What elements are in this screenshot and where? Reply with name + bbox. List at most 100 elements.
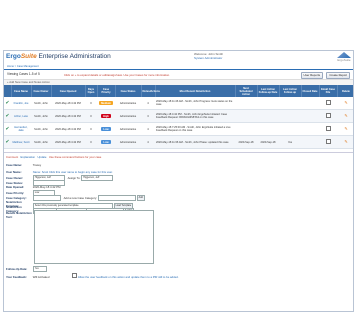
toolbar-note: Click on + to expand details or edit/ass… [64, 72, 170, 77]
tab-explanation[interactable]: Explanation [20, 155, 35, 159]
create-report-button[interactable]: Create Report [326, 71, 350, 79]
last-date-cell: 2020-Sep-18 [257, 135, 279, 149]
col-header[interactable]: Case Owner [31, 85, 52, 97]
user-name-row: User Name: Name: Scott Click this user n… [6, 170, 113, 174]
col-header[interactable]: Last Action Follow-up [279, 85, 302, 97]
table-row[interactable]: ✔ Matthew, Scott Smith, John 2020-May-18… [4, 135, 353, 149]
edit-icon[interactable]: ✎ [337, 109, 353, 123]
logo-main: Ergo [6, 53, 21, 60]
table-header-row: Case Name Case Owner Case Opened Days Op… [4, 85, 353, 97]
closed-date-cell [301, 109, 319, 123]
feedback-value: Will Activated [32, 275, 50, 279]
case-name-value: Tracey [32, 163, 42, 167]
email-case-checkbox[interactable] [319, 122, 337, 136]
app-window: ErgoSuite Enterprise Administration Welc… [3, 50, 354, 312]
col-header[interactable]: Next Scheduled Action [235, 85, 258, 97]
priority-cell: Low [97, 122, 115, 136]
next-action-cell [235, 97, 257, 110]
notes-count-cell: 4 [141, 122, 155, 136]
next-action-cell [235, 122, 257, 136]
tab-comment[interactable]: Comment [6, 155, 18, 159]
follow-up-row: Follow-Up Date: Yes [6, 266, 47, 272]
last-followup-cell [279, 122, 301, 136]
form-hint: Use these command buttons for your case [48, 155, 102, 159]
case-name-label: Case Name: [6, 163, 23, 167]
case-name-link[interactable]: Franklin, Joe [11, 97, 31, 110]
note-text-area[interactable] [34, 210, 154, 264]
status-cell: Administrative [115, 97, 141, 110]
edit-icon[interactable]: ✎ [337, 122, 353, 136]
case-edit-form: Comment Explanation Update Use these com… [4, 152, 353, 311]
case-owner-cell: Smith, John [31, 97, 51, 110]
assign-to-label: Assign To: [67, 175, 81, 180]
tab-update[interactable]: Update [37, 155, 46, 159]
col-header[interactable]: Days Open [85, 85, 98, 97]
col-header[interactable]: Case Name [11, 85, 32, 97]
status-cell: Administrative [115, 109, 141, 123]
email-case-checkbox[interactable] [319, 97, 337, 110]
col-header[interactable]: Email Case File [319, 85, 338, 97]
notes-count-cell: 4 [141, 97, 155, 110]
edit-icon[interactable]: ✎ [337, 135, 353, 149]
status-cell: Administrative [115, 122, 141, 136]
last-followup-cell: Yes [279, 135, 301, 149]
priority-cell: Medium [97, 97, 115, 110]
email-case-checkbox[interactable] [319, 135, 337, 149]
col-header[interactable]: Last Action Follow-up Date [257, 85, 280, 97]
date-opened-value: 2020-May-18 4:42 PM [32, 185, 61, 189]
recent-note-cell: 2020-May-18 4:42 PM - Smith, John ErgoSu… [155, 109, 235, 123]
brand-label: ErgoSuite [337, 58, 351, 62]
col-header[interactable]: Closed Date [301, 85, 320, 97]
feedback-note: Allow the user feedback on this action a… [77, 275, 179, 279]
row-status-icon: ✔ [4, 122, 11, 136]
table-row[interactable]: ✔ Hernandez, Jake Smith, John 2020-May-1… [4, 122, 353, 136]
closed-date-cell [301, 97, 319, 110]
feedback-label: Your Feedback: [6, 275, 27, 279]
case-name-link[interactable]: Arthur, Luke [11, 109, 31, 123]
email-case-checkbox[interactable] [319, 109, 337, 123]
viewing-count: Viewing Cases 1-5 of 5 [7, 72, 40, 76]
user-reports-button[interactable]: User Reports [300, 71, 323, 79]
last-followup-cell [279, 109, 301, 123]
table-row[interactable]: ✔ Arthur, Luke Smith, John 2020-May-18 4… [4, 109, 353, 123]
add-category-button[interactable]: Add [136, 195, 145, 201]
case-opened-cell: 2020-May-18 4:42 PM [51, 97, 85, 110]
priority-badge: Medium [99, 101, 113, 105]
col-header[interactable]: Delete [337, 85, 353, 97]
case-name-link[interactable]: Hernandez, Jake [11, 122, 31, 136]
brand-mark: ErgoSuite [337, 52, 351, 62]
form-tabs: Comment Explanation Update Use these com… [6, 155, 101, 159]
days-open-cell: 0 [85, 109, 97, 123]
col-header[interactable]: Most Recent Note/Action [155, 85, 236, 97]
recent-note-cell: 2020-May-18 11:46 AM - Smith, John Progr… [155, 97, 235, 110]
assign-to-select[interactable]: Higgerson, Jeff [81, 175, 114, 181]
date-opened-row: Date Opened: 2020-May-18 4:42 PM [6, 185, 60, 189]
user-name-link[interactable]: Name: Scott Click this user name to begi… [33, 170, 113, 174]
edit-icon[interactable]: ✎ [337, 97, 353, 110]
role-link[interactable]: System Administrator [194, 56, 223, 60]
case-category-label: Case Category: [6, 195, 27, 200]
case-priority-label: Case Priority: [6, 190, 25, 195]
last-date-cell [257, 97, 279, 110]
add-category-label: Add a new Case Category: [63, 195, 97, 200]
feedback-checkbox[interactable] [72, 273, 78, 278]
last-followup-cell [279, 97, 301, 110]
app-title: Enterprise Administration [38, 53, 111, 60]
col-header[interactable]: Notes/Actions [141, 85, 160, 97]
case-name-link[interactable]: Matthew, Scott [11, 135, 31, 149]
date-opened-label: Date Opened: [6, 185, 25, 189]
priority-cell: Low [97, 135, 115, 149]
brand-logo-icon [337, 52, 351, 58]
closed-date-cell [301, 122, 319, 136]
last-date-cell [257, 109, 279, 123]
user-name-label: User Name: [6, 170, 22, 174]
next-action-cell: 2020-Sep-18 [235, 135, 257, 149]
app-header: ErgoSuite Enterprise Administration Welc… [4, 51, 353, 65]
case-status-label: Case Status: [6, 180, 23, 185]
col-header[interactable]: Case Status [115, 85, 142, 97]
col-header[interactable]: Case Priority [97, 85, 116, 97]
notes-count-cell: 4 [141, 135, 155, 149]
table-row[interactable]: ✔ Franklin, Joe Smith, John 2020-May-18 … [4, 97, 353, 110]
follow-up-select[interactable]: Yes [32, 266, 47, 272]
col-header[interactable]: Case Opened [51, 85, 86, 97]
